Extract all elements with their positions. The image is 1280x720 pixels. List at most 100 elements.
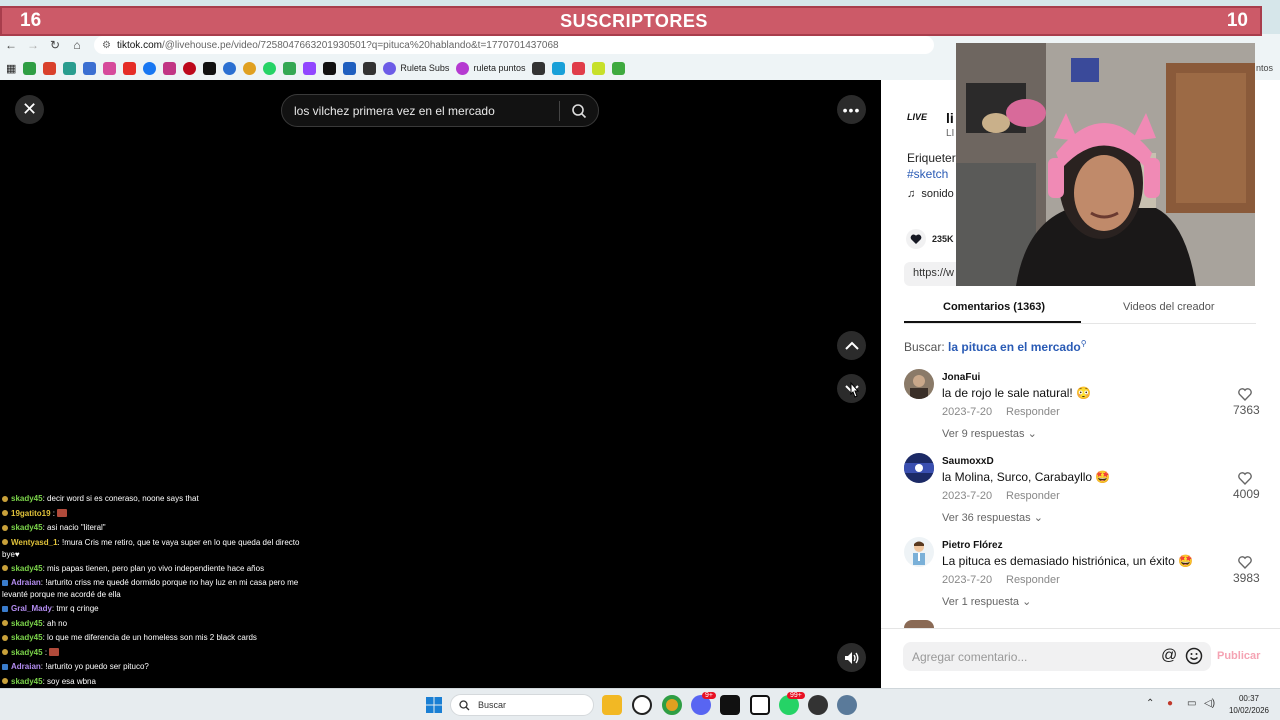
hashtag-link[interactable]: #sketch [907, 167, 948, 181]
capcut-icon[interactable] [720, 695, 740, 715]
avatar[interactable] [904, 537, 934, 567]
pinterest-icon[interactable] [183, 61, 197, 75]
heart-outline-icon[interactable] [1238, 472, 1252, 485]
heart-outline-icon[interactable] [1238, 388, 1252, 401]
url-field[interactable]: ⚙ tiktok.com/@livehouse.pe/video/7258047… [94, 36, 934, 54]
back-icon[interactable]: ← [0, 38, 22, 52]
heart-icon [910, 234, 922, 244]
avatar[interactable] [904, 453, 934, 483]
chat-text: : [42, 647, 50, 657]
comment-input[interactable]: Agregar comentario... @ [903, 642, 1211, 671]
previous-video-button[interactable] [837, 331, 866, 360]
bookmark-icon[interactable] [63, 61, 77, 75]
windows-start-icon[interactable] [426, 697, 442, 713]
bookmark-icon[interactable] [572, 61, 586, 75]
bookmark-icon[interactable] [532, 61, 546, 75]
copy-link-field[interactable]: https://w [904, 262, 964, 286]
creator-name[interactable]: li [946, 110, 954, 126]
file-explorer-icon[interactable] [602, 695, 622, 715]
comment-author[interactable]: Pietro Flórez [942, 540, 1003, 551]
comment-item: SaumoxxD la Molina, Surco, Carabayllo 🤩 … [904, 453, 1264, 533]
bookmark-icon[interactable] [223, 61, 237, 75]
comment-item: JonaFui la de rojo le sale natural! 😳 20… [904, 369, 1264, 449]
gmail-icon[interactable] [43, 61, 57, 75]
sound-link[interactable]: ♫ sonido [907, 188, 954, 200]
chat-message: Gral_Mady: tmr q cringe [2, 602, 302, 617]
microphone-icon[interactable]: ● [1167, 698, 1173, 709]
related-search-query[interactable]: la pitucа en el mercado [948, 340, 1081, 354]
view-replies-button[interactable]: Ver 1 respuesta ⌄ [942, 595, 1031, 608]
video-search-bar[interactable]: los vilchez primera vez en el mercado [281, 94, 599, 127]
bookmark-icon[interactable] [363, 61, 377, 75]
bookmark-ruleta-subs[interactable]: Ruleta Subs [383, 61, 449, 75]
facebook-icon[interactable] [143, 61, 157, 75]
reply-button[interactable]: Responder [1006, 574, 1060, 586]
creator-handle: LI [946, 128, 955, 139]
chrome-icon[interactable] [243, 61, 257, 75]
bookmark-icon[interactable] [343, 61, 357, 75]
related-search[interactable]: Buscar: la pitucа en el mercado⚲ [904, 339, 1087, 354]
creator-avatar[interactable]: LIVE [907, 112, 937, 136]
instagram-icon[interactable] [163, 61, 177, 75]
obs-icon[interactable] [808, 695, 828, 715]
twitch-icon[interactable] [303, 61, 317, 75]
mention-icon[interactable]: @ [1161, 647, 1177, 665]
home-icon[interactable]: ⌂ [66, 38, 88, 52]
like-button[interactable]: 235K [906, 229, 954, 249]
chat-text: : lo que me diferencia de un homeless so… [42, 633, 257, 642]
chat-message: Wentyasd_1: !mura Cris me retiro, que te… [2, 536, 302, 562]
whatsapp-icon[interactable] [263, 61, 277, 75]
comment-like-count: 3983 [1233, 571, 1260, 585]
heart-outline-icon[interactable] [1238, 556, 1252, 569]
chat-badge-icon [2, 524, 8, 531]
reply-button[interactable]: Responder [1006, 490, 1060, 502]
volume-button[interactable] [837, 643, 866, 672]
forward-icon[interactable]: → [22, 38, 44, 52]
comment-author[interactable]: SaumoxxD [942, 456, 994, 467]
apps-grid-icon[interactable]: ▦ [6, 62, 16, 75]
bookmark-icon[interactable] [103, 61, 117, 75]
maps-icon[interactable] [283, 61, 297, 75]
chrome-icon[interactable] [662, 695, 682, 715]
youtube-icon[interactable] [123, 61, 137, 75]
volume-icon[interactable]: ◁) [1204, 698, 1215, 709]
notion-icon[interactable] [750, 695, 770, 715]
comment-author[interactable]: JonaFui [942, 372, 980, 383]
reply-button[interactable]: Responder [1006, 406, 1060, 418]
more-options-button[interactable]: ••• [837, 95, 866, 124]
bookmark-ruleta-puntos[interactable]: ruleta puntos [456, 61, 525, 75]
view-replies-button[interactable]: Ver 36 respuestas ⌄ [942, 511, 1043, 524]
panel-tabs: Comentarios (1363) Videos del creador [904, 296, 1256, 324]
bookmark-icon[interactable] [612, 61, 626, 75]
publish-button[interactable]: Publicar [1217, 650, 1260, 662]
tab-comments[interactable]: Comentarios (1363) [943, 301, 1045, 313]
settings-icon[interactable] [837, 695, 857, 715]
chevron-up-icon[interactable]: ⌃ [1146, 698, 1154, 709]
chat-username: skady45 [11, 523, 43, 532]
tiktok-icon[interactable] [203, 61, 217, 75]
bookmark-icon[interactable] [83, 61, 97, 75]
chat-badge-icon [2, 678, 8, 685]
panel-divider [881, 628, 1280, 629]
video-search-input[interactable]: los vilchez primera vez en el mercado [282, 104, 559, 118]
bookmarks-overflow[interactable]: ntos [1256, 63, 1273, 73]
avatar[interactable] [904, 369, 934, 399]
clock[interactable]: 00:37 10/02/2026 [1226, 693, 1272, 717]
chat-message: 19gatito19 : [2, 507, 302, 522]
network-icon[interactable]: ▭ [1187, 698, 1196, 709]
bookmark-icon[interactable] [552, 61, 566, 75]
chatgpt-icon[interactable] [632, 695, 652, 715]
drive-icon[interactable] [23, 61, 37, 75]
chat-text: : mis papas tienen, pero plan yo vivo in… [42, 563, 265, 573]
reload-icon[interactable]: ↻ [44, 38, 66, 52]
taskbar-search[interactable]: Buscar [450, 694, 594, 716]
tab-creator-videos[interactable]: Videos del creador [1123, 301, 1215, 313]
view-replies-button[interactable]: Ver 9 respuestas ⌄ [942, 427, 1037, 440]
emoji-icon[interactable] [1185, 647, 1203, 665]
site-info-icon[interactable]: ⚙ [102, 40, 111, 51]
close-video-button[interactable]: ✕ [15, 95, 44, 124]
kick-icon[interactable] [323, 61, 337, 75]
bookmark-icon[interactable] [592, 61, 606, 75]
search-button[interactable] [560, 103, 598, 119]
chat-message: skady45: lo que me diferencia de un home… [2, 631, 302, 646]
